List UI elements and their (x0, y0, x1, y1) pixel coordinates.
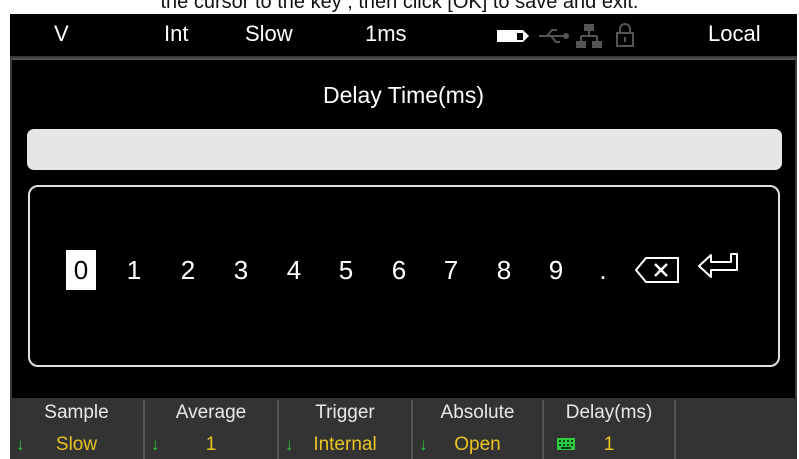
status-icons (493, 23, 658, 48)
instruction-caption: the cursor to the key , then click [OK] … (0, 0, 799, 14)
key-2[interactable]: 2 (173, 250, 203, 290)
backspace-key[interactable] (634, 250, 680, 290)
softkey-empty[interactable] (676, 398, 797, 459)
delay-time-dialog: Delay Time(ms) 0 1 2 3 4 5 6 7 8 9 . (12, 58, 795, 400)
key-8[interactable]: 8 (489, 250, 519, 290)
status-speed: Slow (245, 21, 293, 46)
instruction-text: the cursor to the key , then click [OK] … (160, 0, 639, 13)
softkey-average[interactable]: Average ↓ 1 (145, 398, 277, 459)
status-remote: Local (708, 21, 761, 46)
softkey-value: Internal (313, 434, 377, 455)
softkey-label: Sample (44, 402, 109, 423)
softkey-label: Delay(ms) (565, 402, 653, 423)
softkey-value: 1 (205, 434, 217, 455)
softkey-trigger[interactable]: Trigger ↓ Internal (279, 398, 411, 459)
key-6[interactable]: 6 (384, 250, 414, 290)
key-1[interactable]: 1 (119, 250, 149, 290)
key-decimal[interactable]: . (588, 250, 618, 290)
key-7[interactable]: 7 (436, 250, 466, 290)
network-icon (576, 24, 602, 48)
softkey-label: Average (175, 402, 247, 423)
softkey-absolute[interactable]: Absolute ↓ Open (413, 398, 542, 459)
key-9[interactable]: 9 (541, 250, 571, 290)
numeric-keypad: 0 1 2 3 4 5 6 7 8 9 . (28, 185, 780, 367)
status-bar: V Int Slow 1ms Local (10, 14, 797, 56)
status-mode: V (54, 21, 69, 46)
softkey-value: 1 (603, 434, 615, 455)
softkey-label: Trigger (315, 402, 375, 423)
enter-icon (698, 253, 738, 278)
status-trigger-source: Int (164, 21, 189, 46)
delay-input-field[interactable] (27, 129, 782, 170)
key-4[interactable]: 4 (279, 250, 309, 290)
key-0[interactable]: 0 (66, 250, 96, 290)
backspace-icon (634, 257, 679, 283)
status-delay: 1ms (365, 21, 407, 46)
softkey-value: Open (454, 434, 501, 455)
key-5[interactable]: 5 (331, 250, 361, 290)
memory-card-icon (497, 30, 529, 42)
enter-key[interactable] (697, 250, 745, 290)
soft-key-bar: Sample ↓ Slow Average ↓ 1 Trigger ↓ Inte… (10, 398, 797, 459)
usb-icon (539, 29, 569, 43)
dialog-title: Delay Time(ms) (322, 82, 484, 108)
softkey-label: Absolute (440, 402, 515, 423)
instrument-screen: V Int Slow 1ms Local Delay Time(ms) 0 1 … (10, 14, 797, 459)
softkey-sample[interactable]: Sample ↓ Slow (10, 398, 143, 459)
softkey-delay[interactable]: Delay(ms) 1 (544, 398, 674, 459)
lock-icon (616, 23, 634, 47)
softkey-value: Slow (55, 434, 98, 455)
key-3[interactable]: 3 (226, 250, 256, 290)
